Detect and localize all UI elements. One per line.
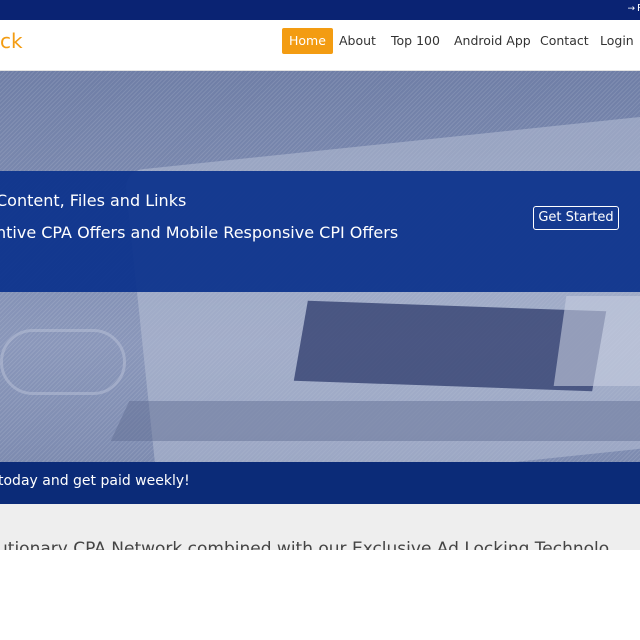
site-logo[interactable]: ck <box>0 29 23 53</box>
promo-strip: today and get paid weekly! <box>0 462 640 504</box>
nav-home[interactable]: Home <box>282 28 333 54</box>
hero-headline: Content, Files and Links <box>0 191 187 210</box>
intro-heading: utionary CPA Network combined with our E… <box>0 539 610 550</box>
register-link[interactable]: →R <box>628 3 640 14</box>
top-utility-bar: →R <box>0 0 640 20</box>
hero-text-band: Content, Files and Links ntive CPA Offer… <box>0 171 640 292</box>
nav-android-app[interactable]: Android App <box>454 28 531 54</box>
nav-top-100[interactable]: Top 100 <box>391 28 440 54</box>
sign-in-icon: → <box>627 4 636 14</box>
hero-subheadline: ntive CPA Offers and Mobile Responsive C… <box>0 223 399 242</box>
hero-background-cable <box>0 329 126 395</box>
intro-section: utionary CPA Network combined with our E… <box>0 504 640 550</box>
page-body-blank <box>0 550 640 640</box>
main-navbar: ck Home About Top 100 Android App Contac… <box>0 20 640 71</box>
promo-strip-text: today and get paid weekly! <box>0 473 190 489</box>
nav-login[interactable]: Login <box>600 28 634 54</box>
hero-background-screen-side <box>553 296 640 386</box>
hero-background-keyboard <box>110 401 640 441</box>
nav-about[interactable]: About <box>339 28 376 54</box>
nav-contact[interactable]: Contact <box>540 28 589 54</box>
hero-banner: Content, Files and Links ntive CPA Offer… <box>0 71 640 462</box>
get-started-button[interactable]: Get Started <box>533 206 619 230</box>
